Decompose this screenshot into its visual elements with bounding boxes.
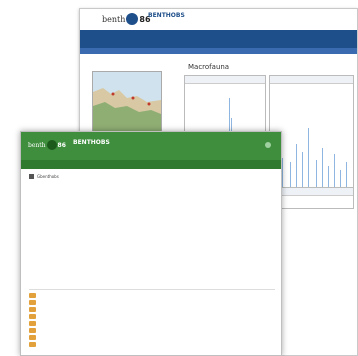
brand-name: BENTHOBS: [148, 12, 185, 19]
chart-bar: [308, 128, 309, 188]
brand: BENTHOBS: [73, 139, 110, 146]
benthobs-logo[interactable]: benth 86: [28, 140, 66, 150]
divider: [29, 289, 275, 290]
logo-badge-icon: [46, 140, 57, 150]
benthobs-logo[interactable]: benth 86: [102, 13, 151, 25]
file-row[interactable]: [29, 327, 275, 334]
chart-title: [185, 76, 265, 84]
breadcrumb: Gbenthobs: [29, 174, 59, 179]
file-row[interactable]: [29, 341, 275, 348]
chart-bar: [316, 160, 317, 188]
file-row[interactable]: [29, 334, 275, 341]
foreground-browser-window: benth 86 BENTHOBS Gbenthobs: [20, 131, 282, 356]
site-header: benth 86 BENTHOBS: [21, 132, 281, 160]
chart-bar: [334, 154, 335, 188]
main-nav: [80, 30, 357, 48]
chart-bar: [296, 144, 297, 188]
file-list: [29, 292, 275, 348]
brand: BENTHOBS: [148, 12, 185, 19]
main-nav: [21, 160, 281, 169]
top-link[interactable]: [190, 0, 358, 8]
logo-badge-icon: [126, 13, 139, 25]
chart-title: [270, 76, 353, 84]
logo-number: 86: [57, 141, 66, 149]
gear-icon[interactable]: [265, 142, 271, 148]
file-row[interactable]: [29, 306, 275, 313]
home-icon[interactable]: [29, 174, 34, 179]
chart-title: [270, 188, 353, 196]
station-map[interactable]: [92, 71, 162, 133]
folder-icon: [29, 321, 36, 326]
chart-bars: [276, 128, 347, 188]
sub-nav-bar: [80, 48, 357, 54]
file-row[interactable]: [29, 299, 275, 306]
folder-icon: [29, 342, 36, 347]
file-row[interactable]: [29, 320, 275, 327]
chart-bar: [328, 166, 329, 188]
folder-icon: [29, 335, 36, 340]
folder-icon: [29, 307, 36, 312]
map-land-icon: [93, 88, 161, 132]
logo-word: benth: [28, 141, 46, 149]
chart-bar: [322, 148, 323, 188]
chart-bar: [302, 152, 303, 188]
folder-icon: [29, 300, 36, 305]
panel-title: Macrofauna: [188, 63, 230, 71]
breadcrumb-label[interactable]: Gbenthobs: [37, 174, 59, 179]
folder-icon: [29, 328, 36, 333]
folder-icon: [29, 293, 36, 298]
brand-name: BENTHOBS: [73, 139, 110, 146]
chart-bar: [346, 162, 347, 188]
logo-word: benth: [102, 14, 126, 24]
folder-icon: [29, 314, 36, 319]
chart-bar: [340, 170, 341, 188]
file-row[interactable]: [29, 292, 275, 299]
chart-bar: [290, 162, 291, 188]
site-header: benth 86 BENTHOBS: [80, 9, 357, 30]
chart-bar: [282, 158, 283, 188]
file-row[interactable]: [29, 313, 275, 320]
